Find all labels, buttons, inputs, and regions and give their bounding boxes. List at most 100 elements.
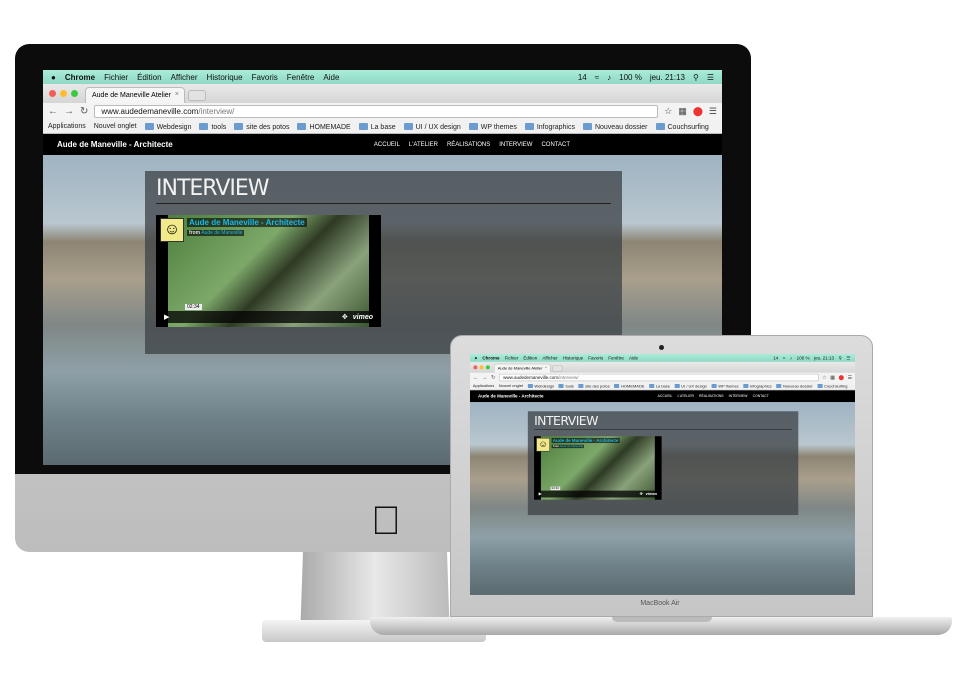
forward-icon[interactable]: → [482, 374, 488, 380]
battery-status[interactable]: 100 % [619, 73, 642, 82]
menu-app[interactable]: Chrome [65, 73, 95, 82]
bookmark-tools[interactable]: tools [199, 123, 226, 131]
browser-tab[interactable]: Aude de Maneville Atelier × [85, 87, 185, 103]
bookmark-ui-ux[interactable]: UI / UX design [674, 384, 707, 388]
notification-count[interactable]: 14 [773, 355, 778, 360]
list-icon[interactable]: ☰ [707, 73, 714, 82]
zoom-window-icon[interactable] [71, 90, 78, 97]
bookmark-tools[interactable]: tools [559, 384, 574, 388]
menu-favoris[interactable]: Favoris [252, 73, 278, 82]
avatar[interactable]: ☺ [536, 437, 550, 452]
nav-atelier[interactable]: L'ATELIER [677, 395, 693, 398]
bookmark-applications[interactable]: Applications [473, 384, 494, 388]
bookmark-site-des-potos[interactable]: site des potos [234, 123, 289, 131]
menu-fenetre[interactable]: Fenêtre [608, 355, 624, 360]
volume-icon[interactable]: ♪ [607, 73, 611, 82]
menu-fenetre[interactable]: Fenêtre [287, 73, 315, 82]
list-icon[interactable]: ☰ [846, 355, 850, 360]
minimize-window-icon[interactable] [60, 90, 67, 97]
extension-icon[interactable]: ▦ [830, 374, 835, 380]
new-tab-button[interactable] [552, 365, 563, 372]
new-tab-button[interactable] [188, 90, 206, 101]
bookmark-infographics[interactable]: Infographics [525, 123, 575, 131]
star-icon[interactable]: ☆ [664, 106, 672, 117]
fullscreen-icon[interactable]: ✥ [639, 492, 642, 496]
site-title[interactable]: Aude de Maneville - Architecte [478, 394, 544, 399]
spotlight-icon[interactable]: ⚲ [693, 73, 699, 82]
nav-accueil[interactable]: ACCUEIL [374, 142, 400, 148]
nav-atelier[interactable]: L'ATELIER [409, 142, 438, 148]
nav-contact[interactable]: CONTACT [541, 142, 570, 148]
close-tab-icon[interactable]: × [545, 366, 547, 370]
forward-icon[interactable]: → [64, 106, 74, 117]
bookmark-homemade[interactable]: HOMEMADE [614, 384, 644, 388]
menu-afficher[interactable]: Afficher [171, 73, 198, 82]
back-icon[interactable]: ← [48, 106, 58, 117]
menu-historique[interactable]: Historique [207, 73, 243, 82]
play-icon[interactable]: ▶ [164, 313, 169, 321]
vimeo-logo[interactable]: vimeo [353, 314, 373, 321]
bookmark-infographics[interactable]: Infographics [743, 384, 772, 388]
menu-icon[interactable]: ☰ [848, 374, 853, 380]
clock[interactable]: jeu. 21:13 [650, 73, 685, 82]
menu-aide[interactable]: Aide [629, 355, 638, 360]
menu-app[interactable]: Chrome [482, 355, 499, 360]
wifi-icon[interactable]: ≈ [595, 73, 599, 82]
video-author[interactable]: Aude de Maneville [560, 445, 583, 448]
url-input[interactable]: www.audedemaneville.com/interview/ [94, 105, 659, 118]
menu-aide[interactable]: Aide [323, 73, 339, 82]
video-author[interactable]: Aude de Maneville [201, 230, 242, 236]
reload-icon[interactable]: ↻ [80, 106, 88, 117]
nav-realisations[interactable]: RÉALISATIONS [447, 142, 490, 148]
bookmark-couchsurfing[interactable]: Couchsurfing [656, 123, 709, 131]
vimeo-player[interactable]: ☺ Aude de Maneville - Architecte from Au… [156, 215, 381, 327]
bookmark-homemade[interactable]: HOMEMADE [297, 123, 350, 131]
clock[interactable]: jeu. 21:13 [814, 355, 834, 360]
apple-menu-icon[interactable]: ● [475, 355, 478, 360]
adblock-icon[interactable]: ⬤ [838, 374, 844, 380]
nav-interview[interactable]: INTERVIEW [499, 142, 532, 148]
video-title[interactable]: Aude de Maneville - Architecte [187, 218, 307, 227]
bookmark-nouvel-onglet[interactable]: Nouvel onglet [94, 123, 137, 130]
bookmark-ui-ux[interactable]: UI / UX design [404, 123, 461, 131]
avatar[interactable]: ☺ [160, 218, 184, 242]
bookmark-nouvel-onglet[interactable]: Nouvel onglet [499, 384, 523, 388]
wifi-icon[interactable]: ≈ [783, 355, 785, 360]
menu-edition[interactable]: Édition [137, 73, 161, 82]
bookmark-site-des-potos[interactable]: site des potos [578, 384, 609, 388]
menu-afficher[interactable]: Afficher [542, 355, 557, 360]
menu-edition[interactable]: Édition [523, 355, 537, 360]
notification-count[interactable]: 14 [578, 73, 587, 82]
vimeo-player[interactable]: ☺ Aude de Maneville - Architecte from Au… [534, 436, 662, 500]
bookmark-webdesign[interactable]: Webdesign [145, 123, 192, 131]
close-window-icon[interactable] [49, 90, 56, 97]
menu-fichier[interactable]: Fichier [505, 355, 519, 360]
bookmark-webdesign[interactable]: Webdesign [528, 384, 554, 388]
menu-icon[interactable]: ☰ [709, 106, 717, 117]
close-window-icon[interactable] [473, 365, 478, 370]
bookmark-nouveau-dossier[interactable]: Nouveau dossier [776, 384, 813, 388]
video-title[interactable]: Aude de Maneville - Architecte [551, 437, 620, 444]
menu-historique[interactable]: Historique [563, 355, 583, 360]
menu-fichier[interactable]: Fichier [104, 73, 128, 82]
nav-accueil[interactable]: ACCUEIL [658, 395, 673, 398]
bookmark-la-base[interactable]: La base [359, 123, 396, 131]
nav-realisations[interactable]: RÉALISATIONS [699, 395, 724, 398]
bookmark-wp-themes[interactable]: WP themes [469, 123, 517, 131]
bookmark-wp-themes[interactable]: WP themes [711, 384, 738, 388]
vimeo-logo[interactable]: vimeo [646, 492, 657, 496]
play-icon[interactable]: ▶ [539, 492, 542, 496]
battery-status[interactable]: 100 % [797, 355, 810, 360]
back-icon[interactable]: ← [473, 374, 479, 380]
menu-favoris[interactable]: Favoris [588, 355, 603, 360]
extension-icon[interactable]: ▦ [678, 106, 687, 117]
apple-menu-icon[interactable]: ● [51, 73, 56, 82]
url-input[interactable]: www.audedemaneville.com/interview/ [499, 373, 819, 382]
zoom-window-icon[interactable] [485, 365, 490, 370]
volume-icon[interactable]: ♪ [790, 355, 792, 360]
bookmark-couchsurfing[interactable]: Couchsurfing [817, 384, 847, 388]
bookmark-la-base[interactable]: La base [649, 384, 670, 388]
spotlight-icon[interactable]: ⚲ [839, 355, 842, 360]
adblock-icon[interactable]: ⬤ [693, 106, 703, 117]
nav-interview[interactable]: INTERVIEW [729, 395, 748, 398]
